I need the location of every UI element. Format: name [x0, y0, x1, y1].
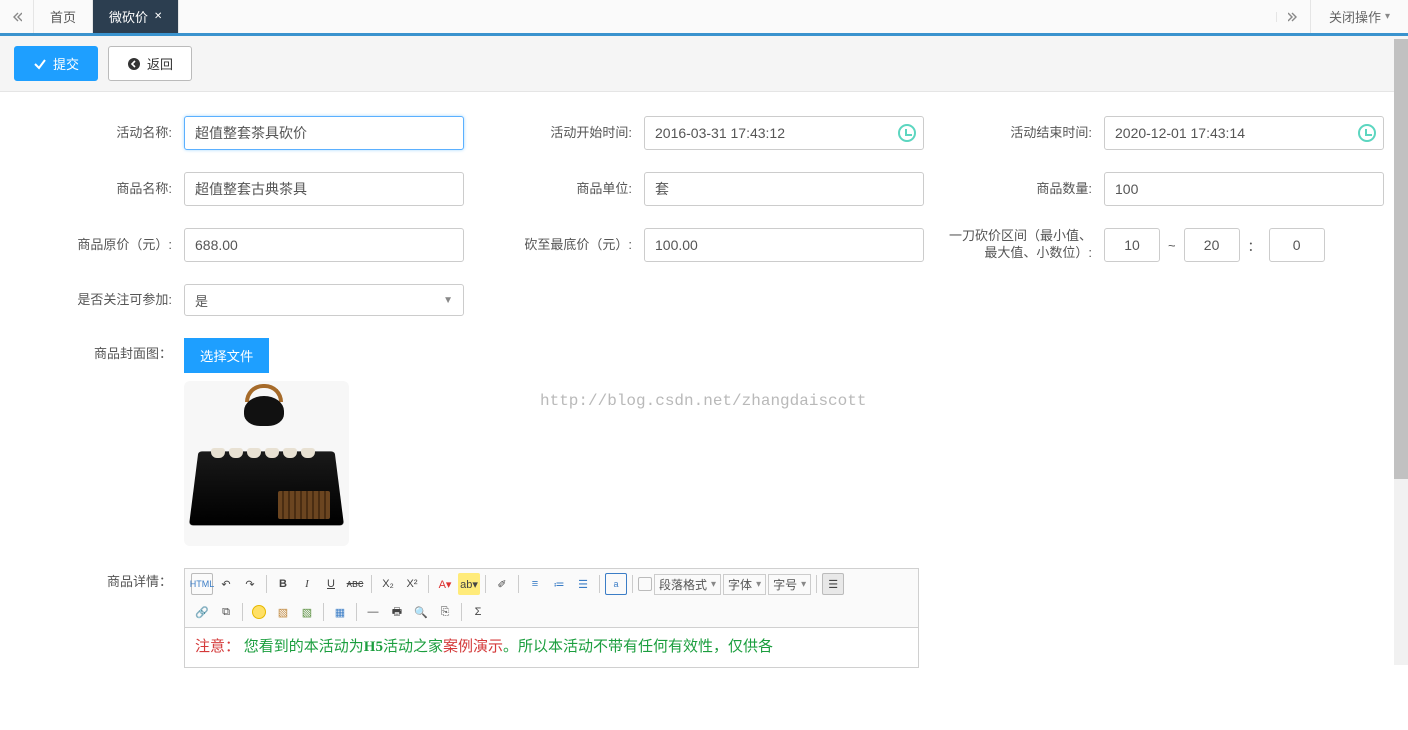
highlight-button[interactable]: ab▾: [458, 573, 480, 595]
range-sep-tilde: ~: [1168, 238, 1176, 253]
activity-name-input[interactable]: [184, 116, 464, 150]
chevron-down-icon: ▾: [1385, 11, 1390, 22]
undo-button[interactable]: ↶: [215, 573, 237, 595]
unlink-button[interactable]: ⧉: [215, 601, 237, 623]
link-button[interactable]: 🔗: [191, 601, 213, 623]
eraser-button[interactable]: ✐: [491, 573, 513, 595]
label-activity-name: 活动名称:: [24, 125, 184, 142]
back-icon: [127, 57, 141, 71]
hr-button[interactable]: —: [362, 601, 384, 623]
chevron-down-icon: ▼: [443, 295, 453, 306]
text-h5: H5: [364, 639, 383, 655]
editor-content[interactable]: 注意： 您看到的本活动为H5活动之家案例演示。所以本活动不带有任何有效性，仅供各: [185, 628, 918, 667]
floor-price-input[interactable]: [644, 228, 924, 262]
html-source-button[interactable]: HTML: [191, 573, 213, 595]
label-floor-price: 砍至最底价（元）:: [484, 237, 644, 254]
text-demo: 案例演示: [443, 639, 503, 655]
tab-bar: 首页 微砍价 ✕ 关闭操作 ▾: [0, 0, 1408, 36]
back-button[interactable]: 返回: [108, 46, 192, 81]
underline-button[interactable]: U: [320, 573, 342, 595]
label-product-unit: 商品单位:: [484, 181, 644, 198]
editor-toolbar: HTML ↶ ↷ B I U ᴀʙᴄ X₂ X² A▾ ab▾ ✐ ≡ ≔ ☰: [185, 569, 918, 628]
clock-icon: [898, 124, 916, 142]
clock-icon: [1358, 124, 1376, 142]
product-name-input[interactable]: [184, 172, 464, 206]
label-end-time: 活动结束时间:: [944, 125, 1104, 142]
choose-file-label: 选择文件: [200, 349, 253, 364]
tab-home-label: 首页: [50, 7, 76, 26]
scrollbar[interactable]: [1394, 39, 1408, 665]
code-button[interactable]: ⎘: [434, 601, 456, 623]
range-sep-colon: ：: [1248, 236, 1261, 255]
font-family-select[interactable]: 字体▾: [723, 574, 766, 595]
label-start-time: 活动开始时间:: [484, 125, 644, 142]
check-icon: [33, 57, 47, 71]
unordered-list-button[interactable]: ☰: [572, 573, 594, 595]
follow-required-value: 是: [195, 291, 208, 310]
sup-button[interactable]: X²: [401, 573, 423, 595]
label-product-detail: 商品详情：: [24, 568, 184, 591]
paragraph-format-select[interactable]: 段落格式▾: [654, 574, 721, 595]
formula-button[interactable]: Σ: [467, 601, 489, 623]
product-cover-image: [184, 381, 349, 546]
form-container: 活动名称: 活动开始时间: 活动结束时间: 商品名称: 商品单位:: [0, 92, 1408, 730]
print-button[interactable]: 🖶: [386, 601, 408, 623]
submit-label: 提交: [53, 54, 79, 73]
label-product-qty: 商品数量:: [944, 181, 1104, 198]
tab-bargain[interactable]: 微砍价 ✕: [93, 0, 179, 33]
bargain-min-input[interactable]: [1104, 228, 1160, 262]
label-follow-required: 是否关注可参加:: [24, 292, 184, 309]
action-toolbar: 提交 返回: [0, 36, 1408, 92]
table-button[interactable]: ▦: [329, 601, 351, 623]
sub-button[interactable]: X₂: [377, 573, 399, 595]
select-all-button[interactable]: [638, 577, 652, 591]
product-qty-input[interactable]: [1104, 172, 1384, 206]
rich-text-editor[interactable]: HTML ↶ ↷ B I U ᴀʙᴄ X₂ X² A▾ ab▾ ✐ ≡ ≔ ☰: [184, 568, 919, 668]
find-button[interactable]: 🔍: [410, 601, 432, 623]
text-seg1: 您看到的本活动为: [244, 639, 364, 655]
label-bargain-range: 一刀砍价区间（最小值、最大值、小数位）:: [944, 228, 1104, 262]
tabs-scroll-left[interactable]: [0, 0, 34, 33]
media-button[interactable]: ▧: [296, 601, 318, 623]
back-label: 返回: [147, 54, 173, 73]
strike-button[interactable]: ᴀʙᴄ: [344, 573, 366, 595]
tab-home[interactable]: 首页: [34, 0, 93, 33]
bold-button[interactable]: B: [272, 573, 294, 595]
start-time-input[interactable]: [644, 116, 924, 150]
font-size-select[interactable]: 字号▾: [768, 574, 811, 595]
bargain-max-input[interactable]: [1184, 228, 1240, 262]
submit-button[interactable]: 提交: [14, 46, 98, 81]
tabs-scroll-right[interactable]: [1276, 12, 1310, 22]
close-icon[interactable]: ✕: [154, 11, 162, 22]
ordered-list-button[interactable]: ≔: [548, 573, 570, 595]
label-cover-image: 商品封面图：: [24, 338, 184, 363]
close-operations-menu[interactable]: 关闭操作 ▾: [1310, 0, 1408, 33]
product-unit-input[interactable]: [644, 172, 924, 206]
font-color-button[interactable]: A▾: [434, 573, 456, 595]
bargain-dec-input[interactable]: [1269, 228, 1325, 262]
image-button[interactable]: ▧: [272, 601, 294, 623]
label-product-name: 商品名称:: [24, 181, 184, 198]
choose-file-button[interactable]: 选择文件: [184, 338, 269, 373]
orig-price-input[interactable]: [184, 228, 464, 262]
text-seg3: 。所以本活动不带有任何有效性，仅供各: [503, 639, 773, 655]
label-orig-price: 商品原价（元）:: [24, 237, 184, 254]
end-time-input[interactable]: [1104, 116, 1384, 150]
text-seg2: 活动之家: [383, 639, 443, 655]
redo-button[interactable]: ↷: [239, 573, 261, 595]
align-left-button[interactable]: ≡: [524, 573, 546, 595]
more-button[interactable]: ☰: [822, 573, 844, 595]
char-button[interactable]: a: [605, 573, 627, 595]
close-operations-label: 关闭操作: [1329, 7, 1381, 26]
italic-button[interactable]: I: [296, 573, 318, 595]
emoji-button[interactable]: [248, 601, 270, 623]
follow-required-select[interactable]: 是 ▼: [184, 284, 464, 316]
text-warn1: 注意：: [195, 639, 240, 655]
tab-bargain-label: 微砍价: [109, 7, 148, 26]
